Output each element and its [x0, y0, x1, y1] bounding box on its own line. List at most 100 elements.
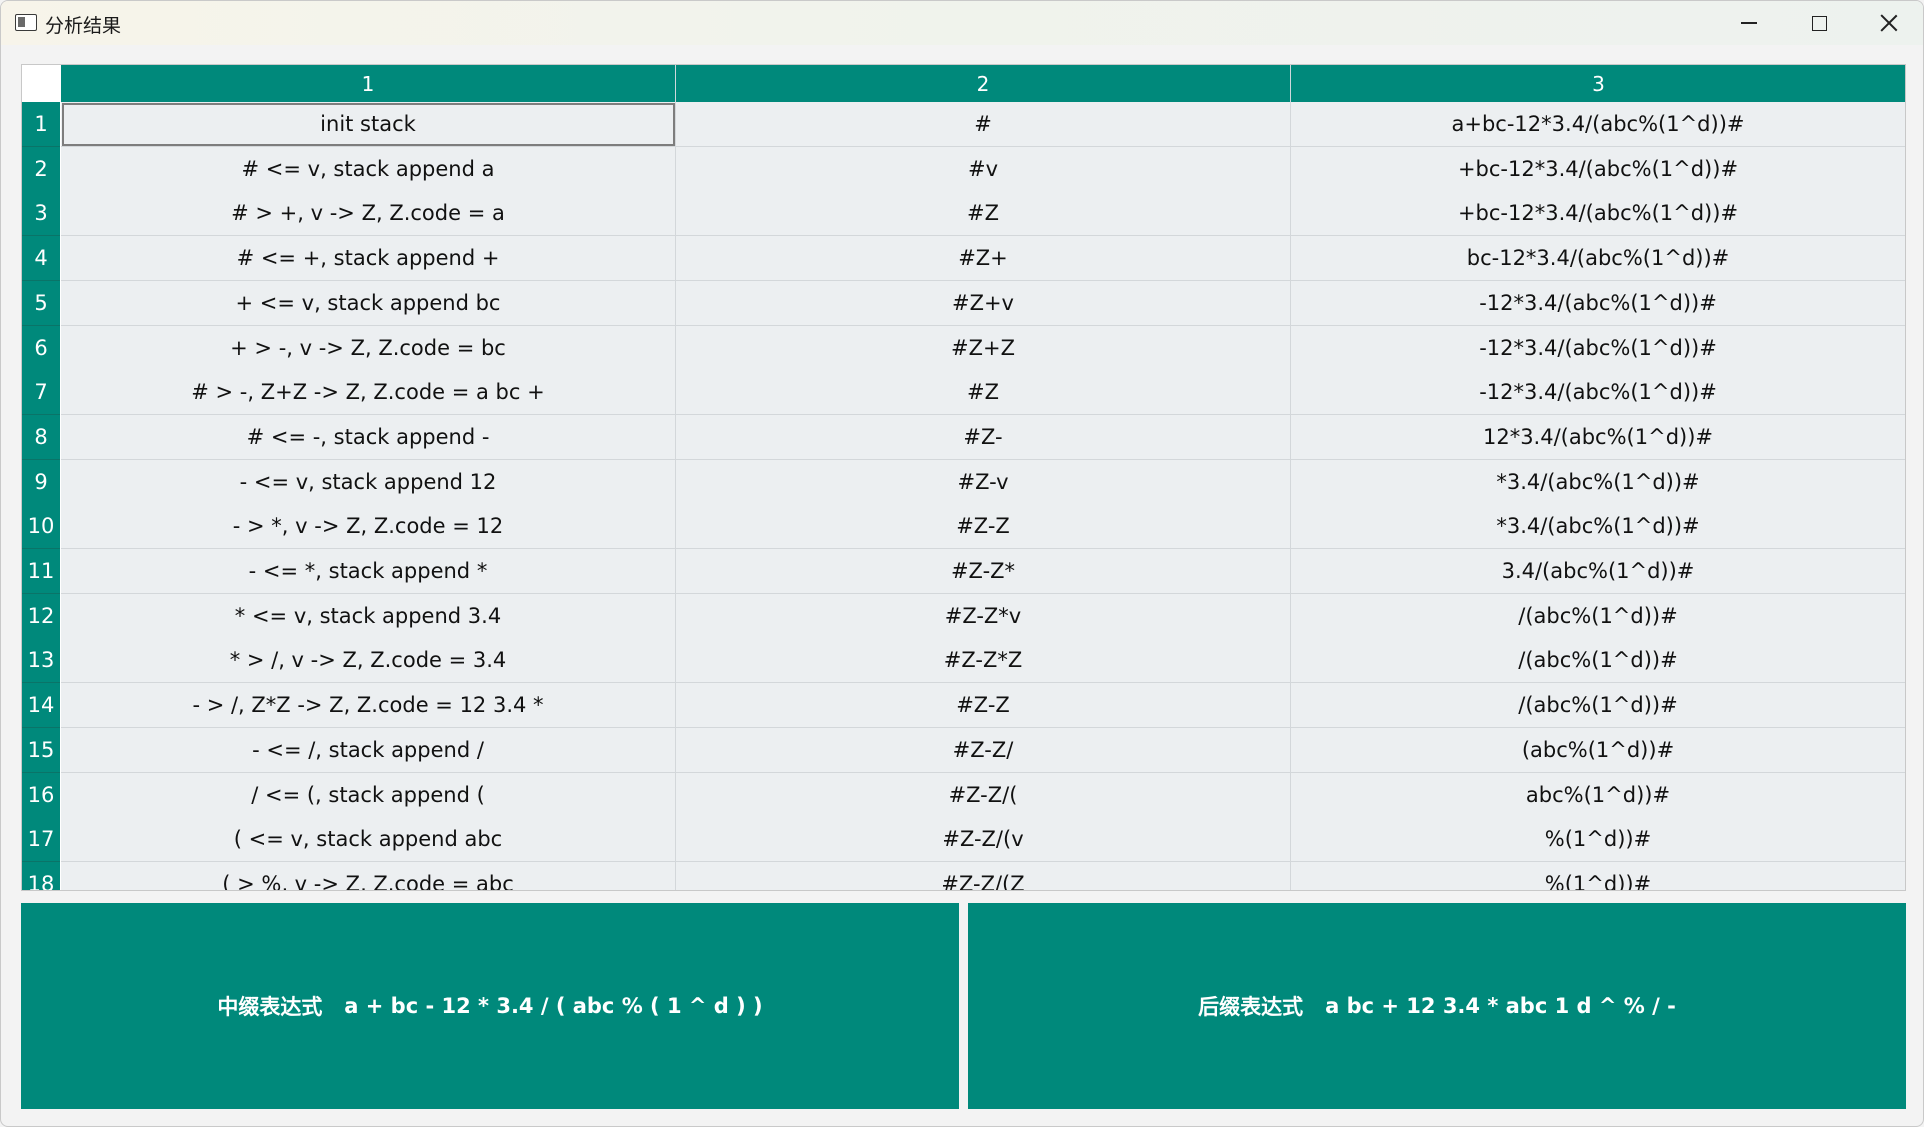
row-header[interactable]: 16 — [22, 772, 60, 818]
stack-cell[interactable]: #Z-Z*v — [676, 593, 1291, 639]
input-cell[interactable]: *3.4/(abc%(1^d))# — [1291, 504, 1905, 550]
row-header[interactable]: 2 — [22, 146, 60, 192]
row-header[interactable]: 18 — [22, 861, 60, 890]
input-cell[interactable]: 12*3.4/(abc%(1^d))# — [1291, 414, 1905, 460]
input-cell[interactable]: +bc-12*3.4/(abc%(1^d))# — [1291, 146, 1905, 192]
input-cell[interactable]: +bc-12*3.4/(abc%(1^d))# — [1291, 191, 1905, 237]
action-cell[interactable]: / <= (, stack append ( — [61, 772, 676, 818]
row-header[interactable]: 9 — [22, 459, 60, 505]
table-row: 1 init stack # a+bc-12*3.4/(abc%(1^d))# — [22, 102, 1905, 147]
stack-cell[interactable]: #Z-Z/( — [676, 772, 1291, 818]
action-cell[interactable]: ( > %, v -> Z, Z.code = abc — [61, 861, 676, 890]
stack-cell[interactable]: #Z+ — [676, 236, 1291, 282]
input-cell[interactable]: -12*3.4/(abc%(1^d))# — [1291, 325, 1905, 371]
stack-cell[interactable]: #Z-Z — [676, 504, 1291, 550]
row-header[interactable]: 1 — [22, 102, 60, 147]
input-cell[interactable]: /(abc%(1^d))# — [1291, 638, 1905, 684]
table-row: 3 # > +, v -> Z, Z.code = a #Z +bc-12*3.4/(… — [22, 191, 1905, 237]
stack-cell[interactable]: #Z-Z* — [676, 549, 1291, 594]
column-header-3[interactable]: 3 — [1291, 65, 1905, 102]
minimize-icon — [1741, 22, 1757, 24]
input-cell[interactable]: abc%(1^d))# — [1291, 772, 1905, 818]
row-header[interactable]: 6 — [22, 325, 60, 371]
row-header[interactable]: 14 — [22, 683, 60, 729]
table-row: 12 * <= v, stack append 3.4 #Z-Z*v/(abc%(1… — [22, 593, 1905, 639]
stack-cell[interactable]: #Z-v — [676, 459, 1291, 505]
input-cell[interactable]: /(abc%(1^d))# — [1291, 593, 1905, 639]
row-header[interactable]: 11 — [22, 549, 60, 594]
stack-cell[interactable]: #Z — [676, 191, 1291, 237]
action-cell[interactable]: + <= v, stack append bc — [61, 280, 676, 326]
minimize-button[interactable] — [1714, 1, 1784, 45]
stack-cell[interactable]: #Z- — [676, 414, 1291, 460]
input-cell[interactable]: -12*3.4/(abc%(1^d))# — [1291, 370, 1905, 416]
action-cell[interactable]: # > -, Z+Z -> Z, Z.code = a bc + — [61, 370, 676, 416]
table-row: 5 + <= v, stack append bc #Z+v -12*3.4/(abc… — [22, 280, 1905, 326]
action-cell[interactable]: - <= v, stack append 12 — [61, 459, 676, 505]
action-cell[interactable]: - <= *, stack append * — [61, 549, 676, 594]
row-header[interactable]: 15 — [22, 727, 60, 773]
table-row: 18( > %, v -> Z, Z.code = abc #Z-Z/(Z %(1^… — [22, 861, 1905, 890]
row-header[interactable]: 12 — [22, 593, 60, 639]
infix-value: a + bc - 12 * 3.4 / ( abc % ( 1 ^ d ) ) — [344, 994, 763, 1018]
maximize-button[interactable] — [1784, 1, 1854, 45]
action-cell[interactable]: # <= +, stack append + — [61, 236, 676, 282]
table-row: 9- <= v, stack append 12 #Z-v *3.4/(abc%(1… — [22, 459, 1905, 505]
action-cell[interactable]: + > -, v -> Z, Z.code = bc — [61, 325, 676, 371]
stack-cell[interactable]: # — [676, 102, 1291, 147]
close-icon — [1880, 14, 1898, 32]
input-cell[interactable]: %(1^d))# — [1291, 817, 1905, 863]
stack-cell[interactable]: #Z-Z/ — [676, 727, 1291, 773]
app-icon — [15, 14, 37, 31]
input-cell[interactable]: 3.4/(abc%(1^d))# — [1291, 549, 1905, 594]
table-row: 16/ <= (, stack append (#Z-Z/(abc%(1^d))… — [22, 772, 1905, 818]
input-cell[interactable]: (abc%(1^d))# — [1291, 727, 1905, 773]
table-row: 4 # <= +, stack append + #Z+ bc-12*3.4/(abc… — [22, 236, 1905, 282]
action-cell[interactable]: init stack — [61, 102, 676, 147]
stack-cell[interactable]: #Z-Z*Z — [676, 638, 1291, 684]
input-cell[interactable]: -12*3.4/(abc%(1^d))# — [1291, 280, 1905, 326]
action-cell[interactable]: - <= /, stack append / — [61, 727, 676, 773]
stack-cell[interactable]: #Z-Z/(Z — [676, 861, 1291, 890]
stack-cell[interactable]: #Z-Z — [676, 683, 1291, 729]
column-header-2[interactable]: 2 — [676, 65, 1291, 102]
row-header[interactable]: 4 — [22, 236, 60, 282]
action-cell[interactable]: # <= v, stack append a — [61, 146, 676, 192]
input-cell[interactable]: %(1^d))# — [1291, 861, 1905, 890]
column-header-1[interactable]: 1 — [61, 65, 676, 102]
row-header[interactable]: 5 — [22, 280, 60, 326]
row-header[interactable]: 10 — [22, 504, 60, 550]
postfix-expression-panel: 后缀表达式 a bc + 12 3.4 * abc 1 d ^ % / - — [968, 903, 1906, 1109]
action-cell[interactable]: - > /, Z*Z -> Z, Z.code = 12 3.4 * — [61, 683, 676, 729]
row-header[interactable]: 17 — [22, 817, 60, 863]
row-header[interactable]: 8 — [22, 414, 60, 460]
action-cell[interactable]: ( <= v, stack append abc — [61, 817, 676, 863]
input-cell[interactable]: *3.4/(abc%(1^d))# — [1291, 459, 1905, 505]
maximize-icon — [1811, 15, 1827, 31]
postfix-label: 后缀表达式 — [1198, 995, 1304, 1019]
row-header[interactable]: 3 — [22, 191, 60, 237]
row-header[interactable]: 7 — [22, 370, 60, 416]
title-bar[interactable]: 分析结果 — [1, 1, 1923, 45]
stack-cell[interactable]: #v — [676, 146, 1291, 192]
table-row: 14- > /, Z*Z -> Z, Z.code = 12 3.4 * #Z-Z… — [22, 683, 1905, 729]
table-corner[interactable] — [22, 65, 60, 102]
stack-cell[interactable]: #Z+Z — [676, 325, 1291, 371]
action-cell[interactable]: * <= v, stack append 3.4 — [61, 593, 676, 639]
input-cell[interactable]: bc-12*3.4/(abc%(1^d))# — [1291, 236, 1905, 282]
stack-cell[interactable]: #Z+v — [676, 280, 1291, 326]
table-row: 2 # <= v, stack append a #v +bc-12*3.4/(abc… — [22, 146, 1905, 192]
analysis-result-window: 分析结果 1 2 3 1 init stack # a+bc-12*3.4/(abc%… — [0, 0, 1924, 1127]
stack-cell[interactable]: #Z-Z/(v — [676, 817, 1291, 863]
action-cell[interactable]: # <= -, stack append - — [61, 414, 676, 460]
action-cell[interactable]: # > +, v -> Z, Z.code = a — [61, 191, 676, 237]
action-cell[interactable]: - > *, v -> Z, Z.code = 12 — [61, 504, 676, 550]
close-button[interactable] — [1854, 1, 1923, 45]
input-cell[interactable]: /(abc%(1^d))# — [1291, 683, 1905, 729]
row-header[interactable]: 13 — [22, 638, 60, 684]
infix-label: 中缀表达式 — [217, 995, 323, 1019]
stack-cell[interactable]: #Z — [676, 370, 1291, 416]
analysis-table[interactable]: 1 2 3 1 init stack # a+bc-12*3.4/(abc%(1^d)… — [21, 64, 1906, 891]
input-cell[interactable]: a+bc-12*3.4/(abc%(1^d))# — [1291, 102, 1905, 147]
action-cell[interactable]: * > /, v -> Z, Z.code = 3.4 — [61, 638, 676, 684]
